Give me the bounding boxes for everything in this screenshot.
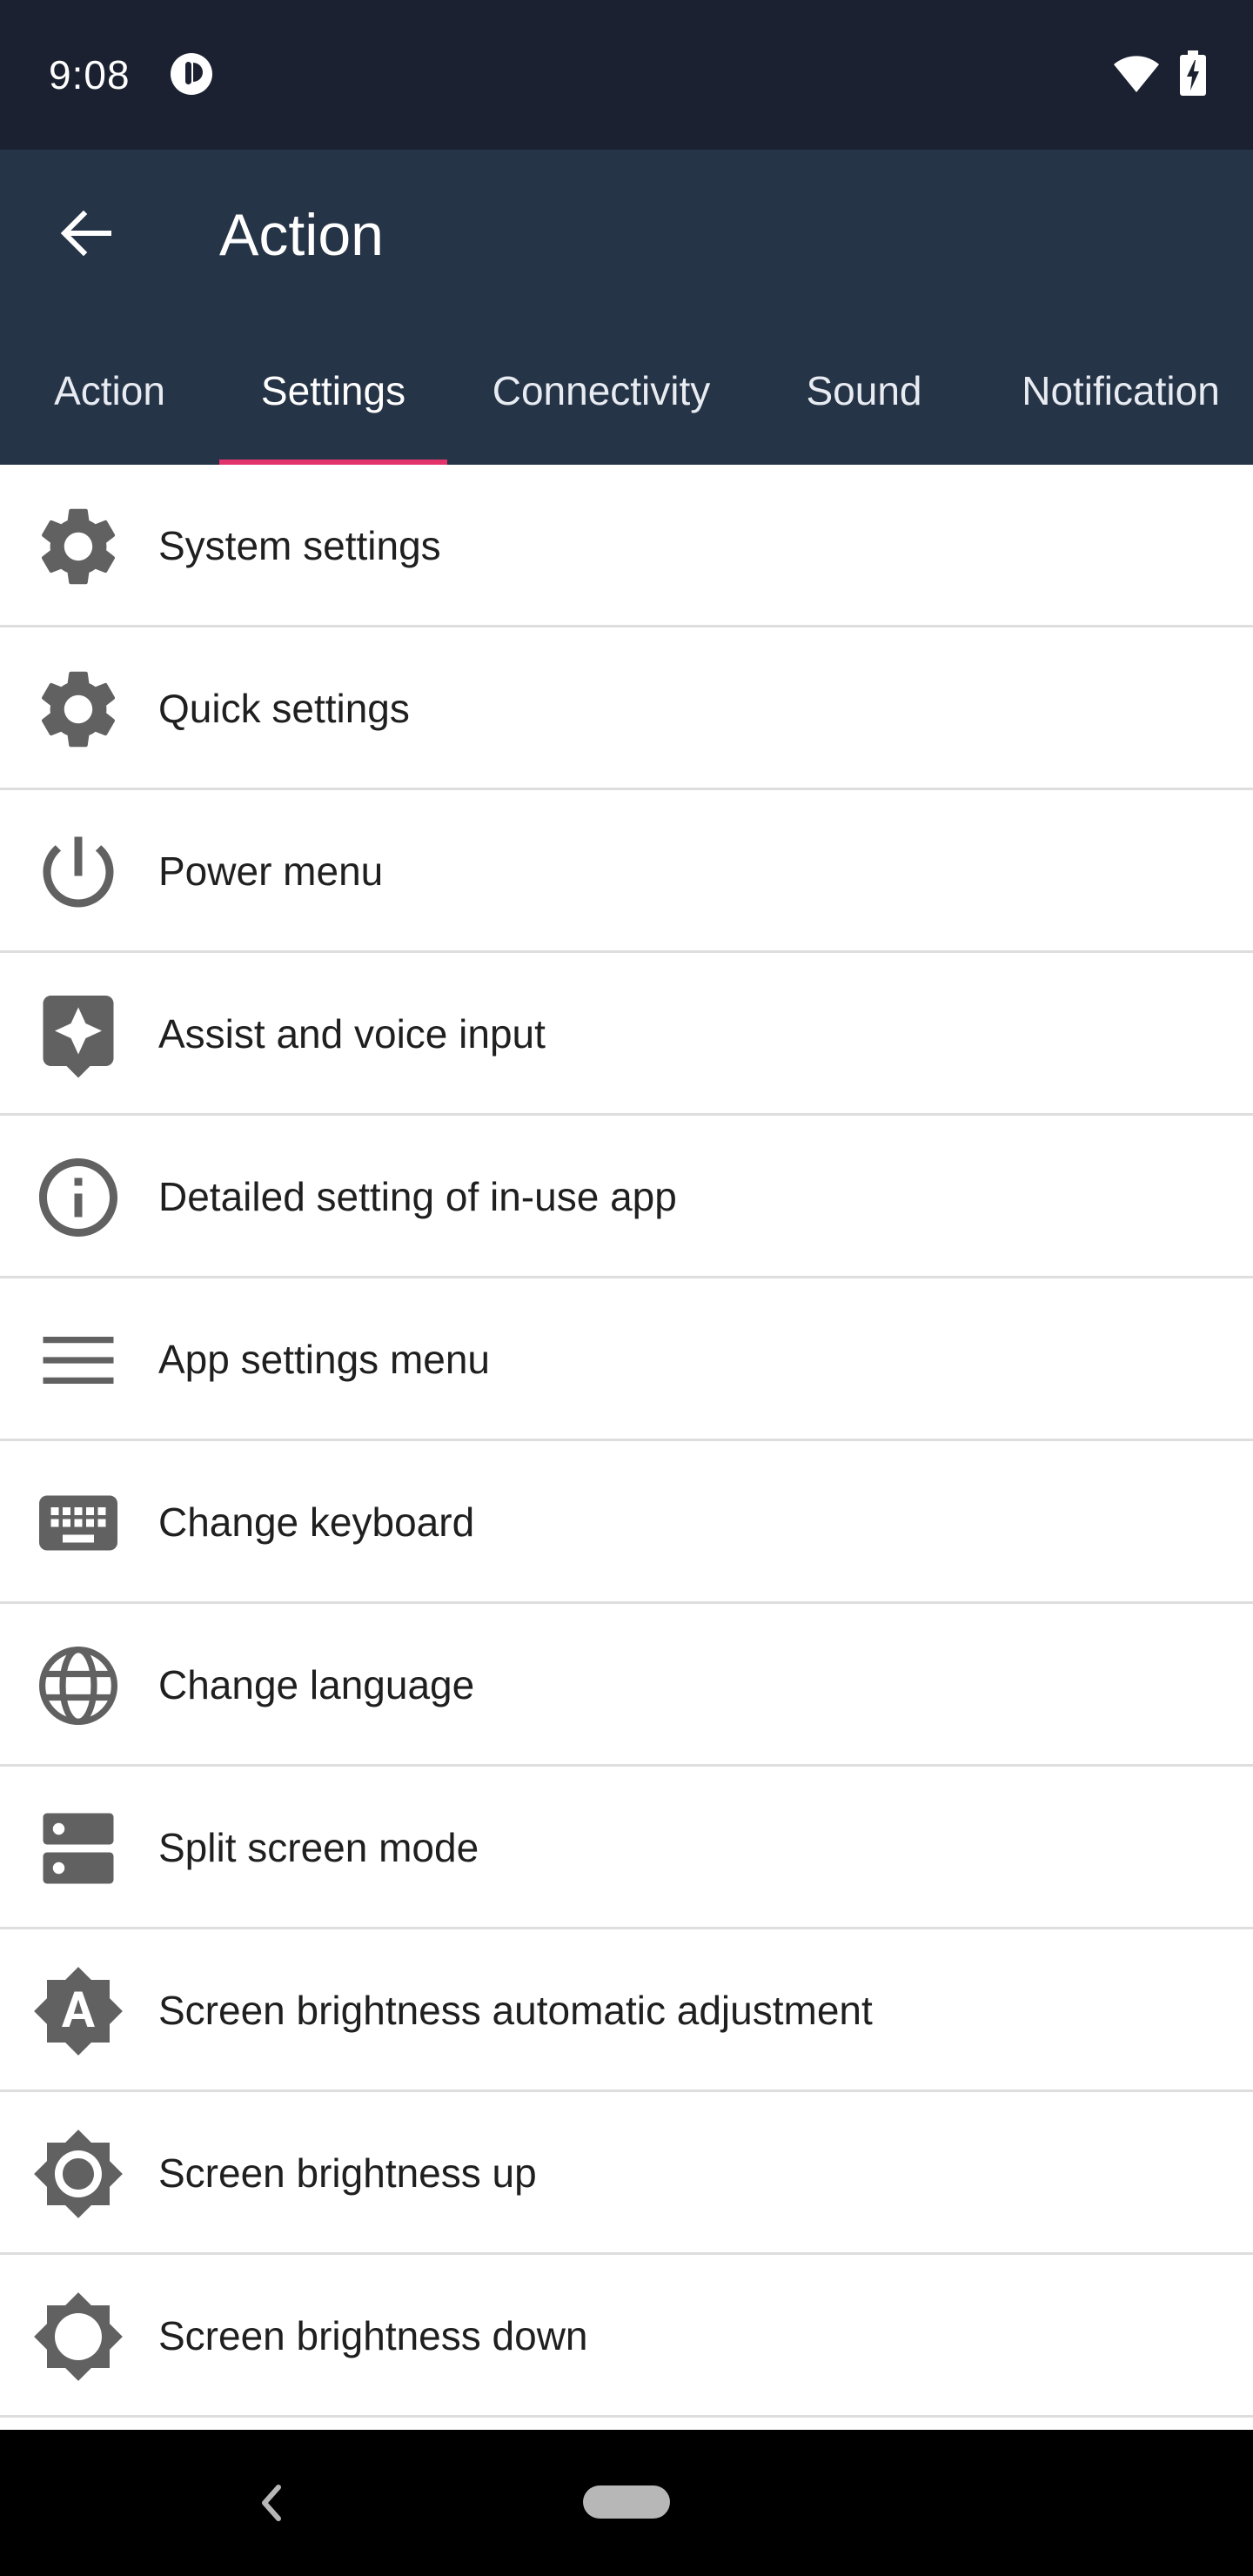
tab-sound[interactable]: Sound	[755, 317, 973, 465]
tab-label: Sound	[806, 368, 922, 413]
list-item-app-settings-menu[interactable]: App settings menu	[0, 1278, 1253, 1441]
list-item-label: Change keyboard	[158, 1499, 475, 1545]
arrow-back-icon	[59, 207, 112, 264]
gear-icon	[26, 494, 131, 599]
list-item-label: Power menu	[158, 849, 384, 894]
tab-label: Connectivity	[492, 368, 711, 413]
list-item-quick-settings[interactable]: Quick settings	[0, 627, 1253, 790]
list-item-label: Assist and voice input	[158, 1011, 546, 1057]
brightness-auto-icon	[26, 1959, 131, 2063]
list-item-power-menu[interactable]: Power menu	[0, 790, 1253, 953]
list-item-change-language[interactable]: Change language	[0, 1604, 1253, 1767]
list-item-label: Detailed setting of in-use app	[158, 1174, 677, 1219]
battery-charging-icon	[1180, 50, 1206, 96]
list-item-label: Screen brightness down	[158, 2313, 588, 2358]
keyboard-icon	[26, 1471, 131, 1575]
status-time: 9:08	[49, 52, 131, 97]
list-item-label: System settings	[158, 523, 441, 568]
tab-label: Settings	[260, 368, 406, 413]
list-item-change-keyboard[interactable]: Change keyboard	[0, 1441, 1253, 1604]
list-item-assist-voice-input[interactable]: Assist and voice input	[0, 953, 1253, 1116]
tab-label: Notification	[1022, 368, 1220, 413]
tab-connectivity[interactable]: Connectivity	[447, 317, 755, 465]
gear-icon	[26, 657, 131, 761]
wifi-icon	[1112, 54, 1161, 94]
list-item-detailed-setting[interactable]: Detailed setting of in-use app	[0, 1116, 1253, 1278]
home-pill-icon[interactable]	[583, 2485, 670, 2519]
list-item-split-screen[interactable]: Split screen mode	[0, 1767, 1253, 1929]
brightness-up-icon	[26, 2122, 131, 2226]
back-button[interactable]	[44, 193, 127, 277]
globe-icon	[26, 1633, 131, 1738]
list-item-system-settings[interactable]: System settings	[0, 465, 1253, 627]
tab-action[interactable]: Action	[0, 317, 219, 465]
power-icon	[26, 820, 131, 924]
list-item-brightness-up[interactable]: Screen brightness up	[0, 2092, 1253, 2255]
list-item-label: Screen brightness up	[158, 2150, 537, 2196]
system-nav-bar	[0, 2430, 1253, 2576]
tab-settings[interactable]: Settings	[219, 317, 447, 465]
nav-back-icon[interactable]	[247, 2468, 296, 2538]
list-item-brightness-auto[interactable]: Screen brightness automatic adjustment	[0, 1929, 1253, 2092]
list-item-brightness-down[interactable]: Screen brightness down	[0, 2255, 1253, 2418]
app-bar: Action	[0, 150, 1253, 317]
list-item-label: Screen brightness automatic adjustment	[158, 1988, 873, 2033]
status-bar: 9:08	[0, 0, 1253, 150]
list-item-label: App settings menu	[158, 1337, 491, 1382]
split-screen-icon	[26, 1796, 131, 1901]
menu-icon	[26, 1308, 131, 1412]
page-title: Action	[219, 202, 384, 268]
action-list: System settings Quick settings Power men…	[0, 465, 1253, 2418]
list-item-label: Quick settings	[158, 686, 410, 731]
list-item-label: Split screen mode	[158, 1825, 479, 1870]
assistant-icon	[26, 983, 131, 1087]
list-item-label: Change language	[158, 1662, 475, 1707]
pocket-app-icon	[169, 51, 214, 97]
screen: 9:08 Action Action Settings Connectivity…	[0, 0, 1253, 2576]
tab-notification[interactable]: Notification	[973, 317, 1253, 465]
brightness-down-icon	[26, 2284, 131, 2389]
tab-bar: Action Settings Connectivity Sound Notif…	[0, 317, 1253, 465]
info-icon	[26, 1145, 131, 1250]
tab-label: Action	[54, 368, 165, 413]
